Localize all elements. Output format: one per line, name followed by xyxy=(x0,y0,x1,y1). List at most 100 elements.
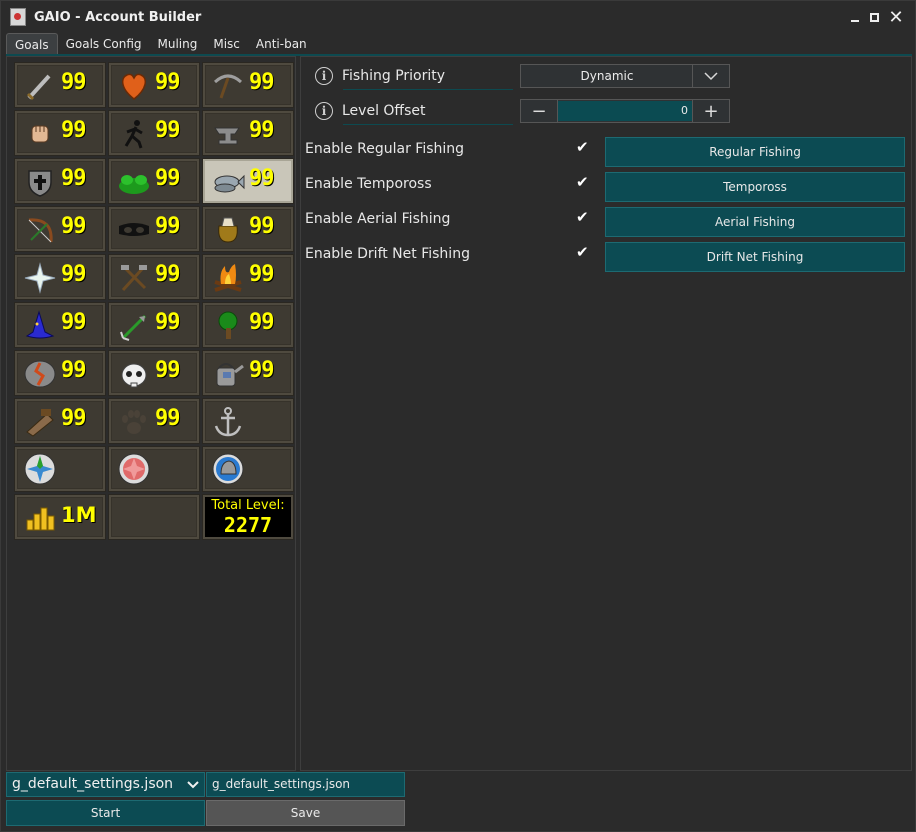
hunter-paw-icon xyxy=(117,406,151,438)
level-offset-row: i Level Offset xyxy=(315,99,425,123)
close-icon: ✕ xyxy=(888,6,904,28)
info-icon[interactable]: i xyxy=(315,67,333,85)
skill-sailing-anchor[interactable] xyxy=(202,398,294,444)
total-level-label: Total Level: xyxy=(211,498,285,513)
gold-cell[interactable]: 1M xyxy=(14,494,106,540)
fishing-priority-value: Dynamic xyxy=(580,69,634,83)
total-level-value: 2277 xyxy=(223,513,273,537)
gold-amount: 1M xyxy=(61,503,97,527)
runecraft-rune-icon xyxy=(23,358,57,390)
skill-level: 99 xyxy=(61,214,86,239)
divider xyxy=(343,124,513,125)
magic-hat-icon xyxy=(23,310,57,342)
smithing-anvil-icon xyxy=(211,118,245,150)
skill-fletching-arrow[interactable]: 99 xyxy=(108,302,200,348)
skill-slayer-skull[interactable]: 99 xyxy=(108,350,200,396)
skill-thieving-mask[interactable]: 99 xyxy=(108,206,200,252)
sailing-anchor-icon xyxy=(211,406,245,438)
skill-runecraft-rune[interactable]: 99 xyxy=(14,350,106,396)
empty-cell xyxy=(108,494,200,540)
skill-agility-runner[interactable]: 99 xyxy=(108,110,200,156)
option-config-button[interactable]: Tempoross xyxy=(605,172,905,202)
skill-level: 99 xyxy=(155,118,180,143)
skill-level: 99 xyxy=(249,118,274,143)
skill-defence-shield[interactable]: 99 xyxy=(14,158,106,204)
skill-level: 99 xyxy=(61,70,86,95)
hitpoints-heart-icon xyxy=(117,70,151,102)
level-offset-input[interactable]: 0 xyxy=(558,101,692,121)
skill-woodcutting-tree[interactable]: 99 xyxy=(202,302,294,348)
skill-hunter-paw[interactable]: 99 xyxy=(108,398,200,444)
maximize-button[interactable] xyxy=(863,1,885,33)
start-button[interactable]: Start xyxy=(6,800,205,826)
option-label: Enable Aerial Fishing xyxy=(305,211,451,227)
skill-farming-watering-can[interactable]: 99 xyxy=(202,350,294,396)
save-button[interactable]: Save xyxy=(206,800,405,826)
woodcutting-tree-icon xyxy=(211,310,245,342)
helm-orb-cell[interactable] xyxy=(202,446,294,492)
app-window: GAIO - Account Builder ✕ Goals Goals Con… xyxy=(0,0,916,832)
level-offset-spinner: − 0 + xyxy=(520,99,730,123)
coins-icon xyxy=(23,502,57,534)
skill-level: 99 xyxy=(61,310,86,335)
skill-strength-fist[interactable]: 99 xyxy=(14,110,106,156)
skill-prayer-star[interactable]: 99 xyxy=(14,254,106,300)
tab-goals-config[interactable]: Goals Config xyxy=(58,33,150,55)
combat-orb-cell[interactable] xyxy=(108,446,200,492)
herblore-herb-icon xyxy=(117,166,151,198)
java-app-icon xyxy=(10,8,26,26)
skill-level: 99 xyxy=(61,406,86,431)
ranged-bow-icon xyxy=(23,214,57,246)
tab-muling[interactable]: Muling xyxy=(150,33,206,55)
skill-cooking-pot[interactable]: 99 xyxy=(202,206,294,252)
skill-mining-pickaxe[interactable]: 99 xyxy=(202,62,294,108)
skill-smithing-anvil[interactable]: 99 xyxy=(202,110,294,156)
skill-level: 99 xyxy=(249,310,274,335)
tab-misc[interactable]: Misc xyxy=(205,33,248,55)
chevron-down-icon[interactable] xyxy=(184,773,202,796)
skill-crafting-tools[interactable]: 99 xyxy=(108,254,200,300)
skill-herblore-herb[interactable]: 99 xyxy=(108,158,200,204)
decrement-button[interactable]: − xyxy=(521,100,558,122)
option-checkbox[interactable]: ✔ xyxy=(576,245,590,260)
option-config-button[interactable]: Aerial Fishing xyxy=(605,207,905,237)
skill-firemaking-fire[interactable]: 99 xyxy=(202,254,294,300)
divider xyxy=(343,89,513,90)
skill-level: 99 xyxy=(155,70,180,95)
profile-select-value: g_default_settings.json xyxy=(12,776,174,792)
skill-construction-saw[interactable]: 99 xyxy=(14,398,106,444)
skill-level: 99 xyxy=(61,358,86,383)
tab-anti-ban[interactable]: Anti-ban xyxy=(248,33,315,55)
option-config-button[interactable]: Drift Net Fishing xyxy=(605,242,905,272)
filename-input[interactable]: g_default_settings.json xyxy=(206,772,405,797)
skill-level: 99 xyxy=(61,118,86,143)
construction-saw-icon xyxy=(23,406,57,438)
skill-level: 99 xyxy=(155,214,180,239)
maximize-icon xyxy=(869,12,879,22)
farming-watering-can-icon xyxy=(211,358,245,390)
close-button[interactable]: ✕ xyxy=(885,1,907,33)
fishing-priority-select[interactable]: Dynamic xyxy=(520,64,730,88)
increment-button[interactable]: + xyxy=(692,100,729,122)
quest-orb-icon xyxy=(23,453,57,485)
quest-orb-cell[interactable] xyxy=(14,446,106,492)
settings-panel: i Fishing Priority Dynamic i Level Offse… xyxy=(300,56,912,771)
skill-ranged-bow[interactable]: 99 xyxy=(14,206,106,252)
option-config-button[interactable]: Regular Fishing xyxy=(605,137,905,167)
tab-goals[interactable]: Goals xyxy=(6,33,58,56)
skill-magic-hat[interactable]: 99 xyxy=(14,302,106,348)
option-checkbox[interactable]: ✔ xyxy=(576,140,590,155)
slayer-skull-icon xyxy=(117,358,151,390)
skill-attack-sword[interactable]: 99 xyxy=(14,62,106,108)
chevron-down-icon[interactable] xyxy=(692,65,729,87)
option-checkbox[interactable]: ✔ xyxy=(576,175,590,190)
skill-fishing-fish[interactable]: 99 xyxy=(202,158,294,204)
skill-level: 99 xyxy=(249,358,274,383)
skill-hitpoints-heart[interactable]: 99 xyxy=(108,62,200,108)
skill-level: 99 xyxy=(61,262,86,287)
option-checkbox[interactable]: ✔ xyxy=(576,210,590,225)
profile-select[interactable]: g_default_settings.json xyxy=(6,772,205,797)
skill-level: 99 xyxy=(249,166,274,191)
info-icon[interactable]: i xyxy=(315,102,333,120)
total-level-cell: Total Level: 2277 xyxy=(202,494,294,540)
